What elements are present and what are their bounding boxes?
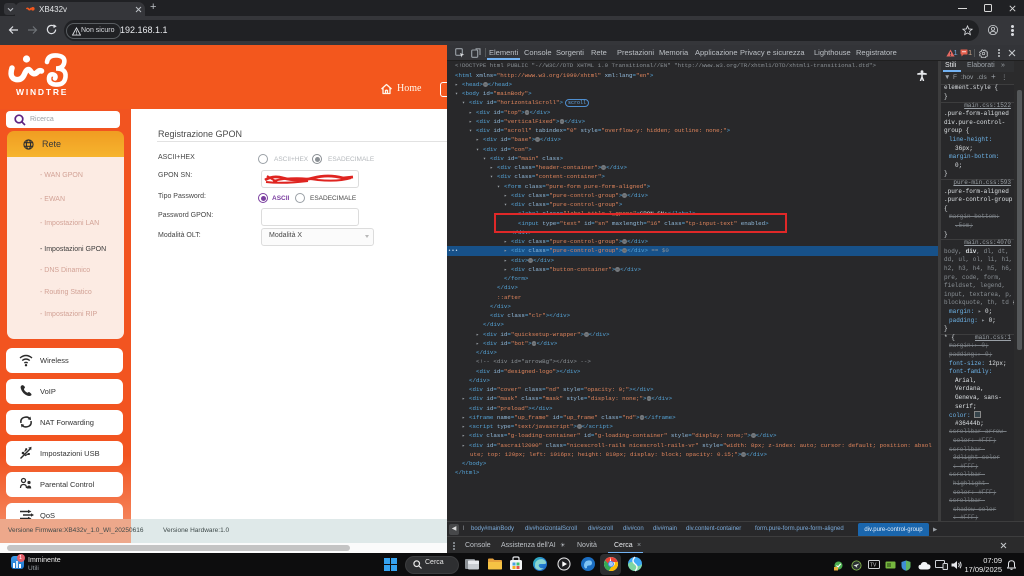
svg-text:TV: TV [870,563,877,569]
